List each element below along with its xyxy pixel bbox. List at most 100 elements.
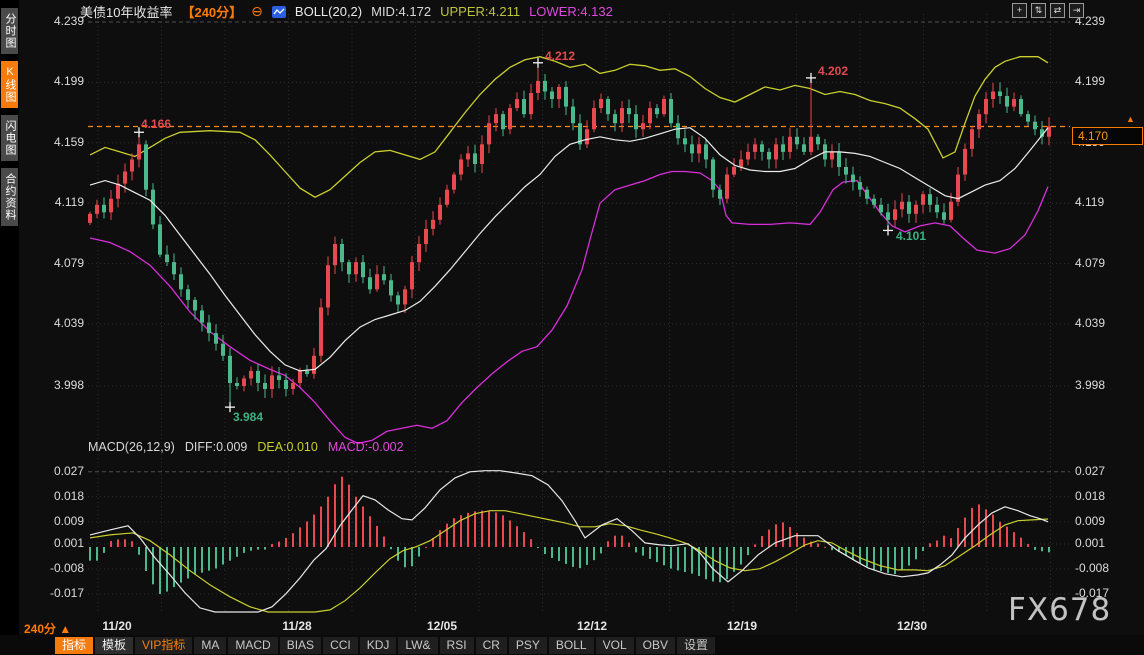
sidebar-tab-闪电图[interactable]: 闪电图	[1, 115, 18, 161]
candle	[641, 115, 645, 137]
candle	[186, 285, 190, 309]
toolbar-button-OBV[interactable]: OBV	[636, 637, 675, 654]
candle	[648, 102, 652, 130]
price-axis-label: 4.079	[40, 256, 84, 270]
candle	[991, 83, 995, 108]
scale-x-icon[interactable]: ⇄	[1050, 3, 1065, 18]
extreme-cross-marker	[533, 58, 543, 68]
price-axis-label: 3.998	[1075, 378, 1105, 392]
candle	[613, 110, 617, 132]
extreme-cross-marker	[806, 73, 816, 83]
candle	[697, 137, 701, 163]
macd-axis-label: -0.008	[40, 561, 84, 575]
candle	[844, 158, 848, 183]
candle	[634, 105, 638, 138]
price-axis-label: 3.998	[40, 378, 84, 392]
toolbar-button-VOL[interactable]: VOL	[596, 637, 634, 654]
toolbar-button-LW&[interactable]: LW&	[398, 637, 437, 654]
candle	[340, 239, 344, 271]
toolbar-button-PSY[interactable]: PSY	[509, 637, 547, 654]
toolbar-button-MA[interactable]: MA	[194, 637, 226, 654]
candle	[214, 324, 218, 350]
price-axis-label: 4.039	[1075, 316, 1105, 330]
candle	[928, 188, 932, 212]
candle	[424, 220, 428, 252]
candle	[417, 236, 421, 271]
toolbar-button-BIAS[interactable]: BIAS	[280, 637, 321, 654]
candle	[438, 198, 442, 225]
candle	[172, 254, 176, 280]
sidebar-tab-分时图[interactable]: 分时图	[1, 8, 18, 54]
candle	[228, 348, 232, 407]
scale-y-icon[interactable]: ⇅	[1031, 3, 1046, 18]
candle	[263, 374, 267, 397]
candle	[802, 137, 806, 155]
toolbar-button-KDJ[interactable]: KDJ	[360, 637, 397, 654]
price-extreme-annotation: 3.984	[233, 410, 263, 424]
candle	[690, 136, 694, 163]
candle	[1047, 117, 1051, 145]
chart-app: 分时图K线图闪电图合约资料 美债10年收益率 【240分】 ⊖ BOLL(20,…	[0, 0, 1144, 655]
collapse-icon[interactable]: ⊖	[251, 5, 263, 18]
candle	[585, 120, 589, 148]
toolbar-button-模板[interactable]: 模板	[95, 637, 133, 654]
candle	[396, 292, 400, 313]
date-axis-label: 12/19	[727, 619, 757, 633]
candle	[466, 146, 470, 167]
fx678-watermark: FX678	[1008, 592, 1111, 628]
candle	[921, 191, 925, 213]
boll-upper-value: UPPER:4.211	[440, 4, 520, 19]
candle	[522, 91, 526, 118]
chart-canvas[interactable]	[0, 0, 1144, 636]
grid-layer	[88, 14, 1070, 612]
toolbar-button-RSI[interactable]: RSI	[440, 637, 474, 654]
toolbar-button-指标[interactable]: 指标	[55, 637, 93, 654]
date-axis-label: 12/05	[427, 619, 457, 633]
boll-mid-value: MID:4.172	[371, 4, 431, 19]
candle	[508, 104, 512, 134]
candle	[970, 127, 974, 157]
candle	[893, 200, 897, 226]
current-price-tag: 4.170	[1072, 127, 1143, 145]
candle	[858, 176, 862, 197]
candle	[865, 187, 869, 205]
candle	[368, 269, 372, 294]
macd-dea-value: DEA:0.010	[257, 440, 317, 454]
candle	[207, 315, 211, 341]
candle	[711, 157, 715, 197]
macd-axis-label: 0.001	[1075, 536, 1105, 550]
macd-params-label: MACD(26,12,9)	[88, 440, 175, 454]
macd-diff-value: DIFF:0.009	[185, 440, 248, 454]
boll-indicator-icon	[272, 6, 286, 18]
candle	[326, 256, 330, 315]
candle	[627, 100, 631, 124]
toolbar-button-CR[interactable]: CR	[476, 637, 507, 654]
toolbar-button-CCI[interactable]: CCI	[323, 637, 358, 654]
toolbar-button-VIP指标[interactable]: VIP指标	[135, 637, 192, 654]
candle	[592, 100, 596, 132]
candle	[963, 143, 967, 180]
pan-right-icon[interactable]: ⇥	[1069, 3, 1084, 18]
price-extreme-annotation: 4.202	[818, 64, 848, 78]
toolbar-button-设置[interactable]: 设置	[677, 637, 715, 654]
sidebar-tab-K线图[interactable]: K线图	[1, 61, 18, 108]
price-axis-label: 4.079	[1075, 256, 1105, 270]
sidebar-tab-合约资料[interactable]: 合约资料	[1, 168, 18, 226]
candle	[767, 148, 771, 168]
price-axis-label: 4.159	[40, 135, 84, 149]
candle	[249, 367, 253, 386]
macd-axis-label: 0.009	[1075, 514, 1105, 528]
boll-mid-line	[90, 128, 1048, 371]
candle	[732, 158, 736, 177]
price-axis-label: 4.039	[40, 316, 84, 330]
toolbar-button-MACD[interactable]: MACD	[228, 637, 277, 654]
move-icon[interactable]: +	[1012, 3, 1027, 18]
candle	[473, 145, 477, 173]
indicator-toolbar: 指标模板VIP指标MAMACDBIASCCIKDJLW&RSICRPSYBOLL…	[0, 635, 1144, 655]
toolbar-button-BOLL[interactable]: BOLL	[549, 637, 594, 654]
candle	[347, 260, 351, 283]
candle	[606, 96, 610, 121]
macd-axis-label: 0.001	[40, 536, 84, 550]
candle	[662, 96, 666, 117]
candle	[704, 139, 708, 168]
